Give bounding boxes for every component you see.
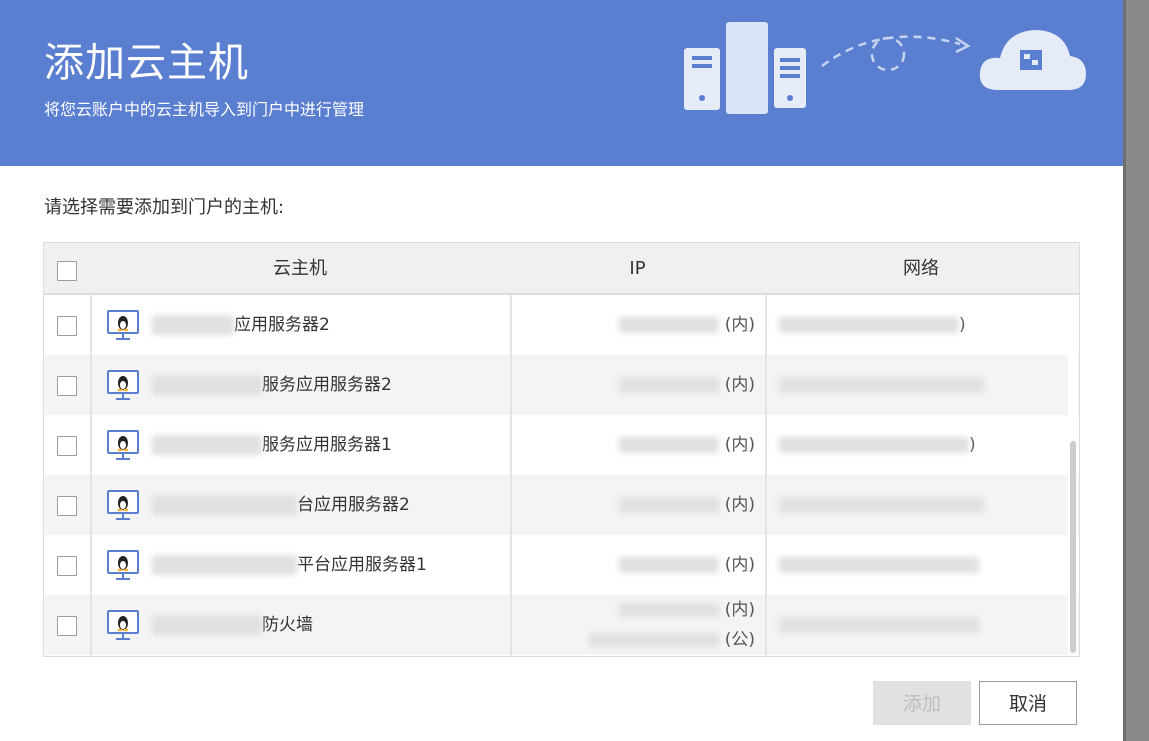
transfer-arrow-icon [821, 35, 961, 72]
host-name: 服务应用服务器2 [152, 355, 392, 415]
select-hosts-prompt: 请选择需要添加到门户的主机: [44, 197, 285, 218]
column-divider [510, 295, 512, 656]
redacted-text [618, 437, 719, 453]
tall-server-icon [726, 22, 768, 114]
redacted-text [618, 603, 719, 617]
linux-icon [107, 610, 139, 640]
host-ip: (内) [618, 415, 755, 475]
redacted-text [618, 377, 719, 393]
host-name: 防火墙 [152, 595, 313, 655]
column-divider [90, 295, 92, 656]
cloud-icon [979, 30, 1086, 90]
add-button[interactable]: 添加 [873, 681, 971, 725]
column-header-network[interactable]: 网络 [765, 243, 1077, 293]
ip-type-label: (内) [724, 315, 755, 335]
linux-icon [107, 550, 139, 580]
host-name-text: 防火墙 [262, 615, 313, 635]
host-network [779, 595, 979, 655]
host-name-text: 台应用服务器2 [297, 495, 410, 515]
redacted-text [779, 377, 984, 393]
host-name-text: 服务应用服务器1 [262, 435, 392, 455]
small-server-icon [684, 48, 720, 110]
redacted-text [618, 317, 719, 333]
table-row[interactable]: 防火墙 (内) (公) [44, 595, 1079, 655]
redacted-text [152, 615, 262, 635]
network-text: ) [959, 315, 966, 335]
redacted-text [588, 633, 719, 647]
table-scrollbar[interactable] [1068, 298, 1078, 654]
row-checkbox[interactable] [57, 556, 77, 576]
redacted-text [618, 557, 719, 573]
redacted-text [779, 617, 979, 633]
column-divider [765, 295, 767, 656]
ip-type-label: (公) [724, 630, 755, 650]
table-row[interactable]: 服务应用服务器1 (内) ) [44, 415, 1079, 475]
row-checkbox[interactable] [57, 316, 77, 336]
redacted-text [152, 375, 262, 395]
host-network: ) [779, 295, 966, 355]
select-all-checkbox[interactable] [57, 261, 77, 281]
redacted-text [779, 437, 969, 453]
linux-icon [107, 370, 139, 400]
redacted-text [152, 315, 234, 335]
dialog-header: 添加云主机 将您云账户中的云主机导入到门户中进行管理 [0, 0, 1123, 166]
host-name-text: 应用服务器2 [234, 315, 330, 335]
medium-server-icon [774, 48, 806, 108]
page-title: 添加云主机 [44, 40, 249, 86]
host-ip: (内) [618, 355, 755, 415]
table-row[interactable]: 应用服务器2 (内) ) [44, 295, 1079, 355]
host-network [779, 355, 984, 415]
column-header-ip[interactable]: IP [510, 243, 765, 293]
redacted-text [779, 497, 984, 513]
ip-type-label: (内) [724, 435, 755, 455]
ip-line: (内) [589, 595, 755, 625]
host-name: 应用服务器2 [152, 295, 330, 355]
host-network [779, 535, 979, 595]
table-row[interactable]: 平台应用服务器1 (内) [44, 535, 1079, 595]
background-window-edge [1123, 0, 1149, 741]
host-name: 服务应用服务器1 [152, 415, 392, 475]
host-network: ) [779, 415, 976, 475]
redacted-text [779, 317, 959, 333]
page-subtitle: 将您云账户中的云主机导入到门户中进行管理 [44, 100, 365, 119]
table-header: 云主机 IP 网络 [44, 243, 1079, 295]
ip-type-label: (内) [724, 555, 755, 575]
linux-icon [107, 310, 139, 340]
host-name-text: 服务应用服务器2 [262, 375, 392, 395]
redacted-text [779, 557, 979, 573]
host-ip: (内) [618, 475, 755, 535]
ip-line: (公) [588, 625, 755, 655]
host-name: 平台应用服务器1 [152, 535, 427, 595]
row-checkbox[interactable] [57, 376, 77, 396]
linux-icon [107, 430, 139, 460]
ip-type-label: (内) [724, 495, 755, 515]
redacted-text [152, 495, 297, 515]
row-checkbox[interactable] [57, 496, 77, 516]
ip-type-label: (内) [724, 600, 755, 620]
cancel-button[interactable]: 取消 [979, 681, 1077, 725]
table-row[interactable]: 台应用服务器2 (内) [44, 475, 1079, 535]
scrollbar-thumb[interactable] [1070, 441, 1076, 653]
row-checkbox[interactable] [57, 436, 77, 456]
column-header-host[interactable]: 云主机 [90, 243, 510, 293]
host-name: 台应用服务器2 [152, 475, 410, 535]
add-cloud-host-dialog: 添加云主机 将您云账户中的云主机导入到门户中进行管理 请选择需要添加到门户的主机… [0, 0, 1123, 741]
redacted-text [152, 555, 297, 575]
redacted-text [152, 435, 262, 455]
host-ip: (内) [618, 295, 755, 355]
host-table: 云主机 IP 网络 应用服务器2 (内)) 服务应用服务器2 (内) 服务应用… [43, 242, 1080, 657]
host-ip: (内) (公) [588, 595, 755, 655]
redacted-text [618, 497, 719, 513]
network-text: ) [969, 435, 976, 455]
host-name-text: 平台应用服务器1 [297, 555, 427, 575]
host-network [779, 475, 984, 535]
table-body: 应用服务器2 (内) ) 服务应用服务器2 (内) 服务应用服务器1 (内))… [44, 295, 1079, 656]
server-to-cloud-illustration [684, 22, 1086, 114]
linux-icon [107, 490, 139, 520]
host-ip: (内) [618, 535, 755, 595]
table-row[interactable]: 服务应用服务器2 (内) [44, 355, 1079, 415]
ip-type-label: (内) [724, 375, 755, 395]
row-checkbox[interactable] [57, 616, 77, 636]
